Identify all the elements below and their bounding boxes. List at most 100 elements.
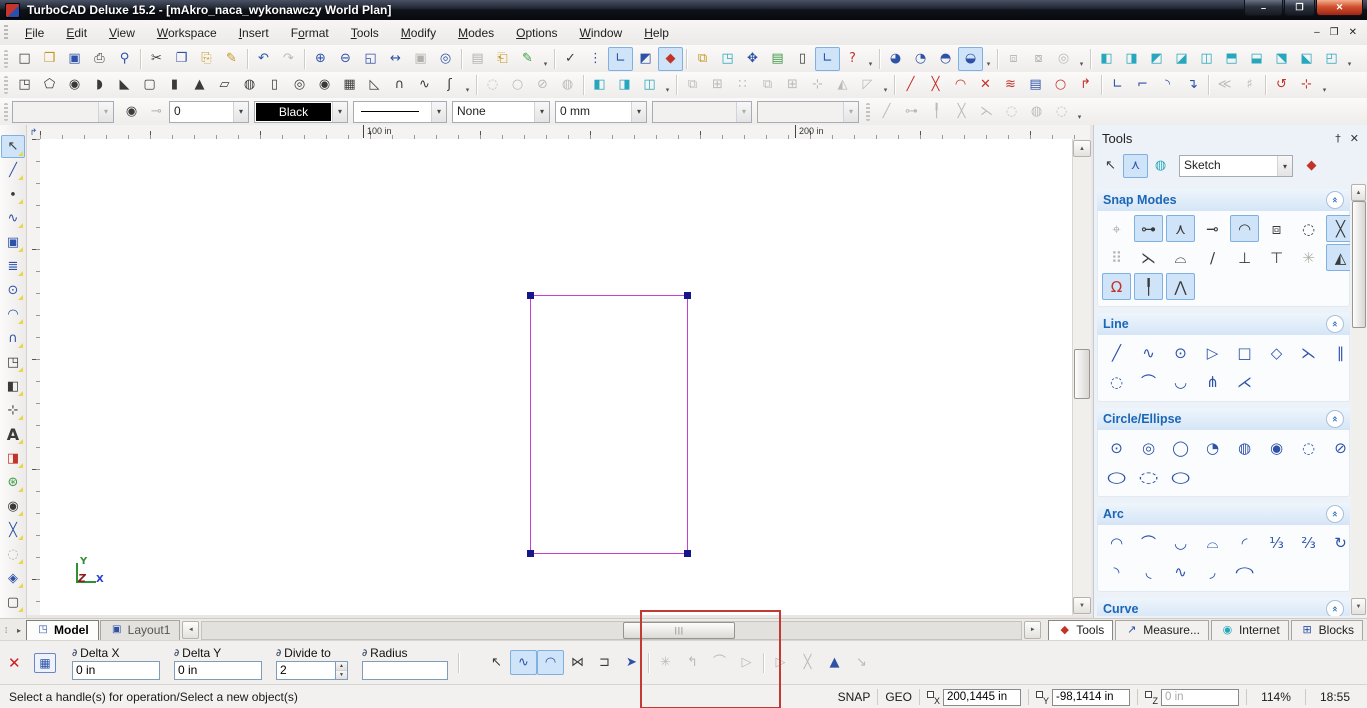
menu-file[interactable]: File: [14, 23, 55, 43]
arc-tool-icon[interactable]: ◠: [1, 303, 25, 326]
line-sketch-icon[interactable]: ⋌: [1230, 368, 1259, 395]
menu-tools[interactable]: Tools: [340, 23, 390, 43]
tube-icon[interactable]: ◎: [287, 73, 312, 97]
menu-view[interactable]: View: [98, 23, 146, 43]
slab-icon[interactable]: ▱: [212, 73, 237, 97]
insp-node-edit-icon[interactable]: ⋈: [564, 650, 591, 675]
print-preview-icon[interactable]: ⚲: [112, 47, 137, 71]
radius-input[interactable]: [362, 660, 448, 680]
sweep-icon[interactable]: ∩: [387, 73, 412, 97]
arc-edit-icon[interactable]: ◠: [948, 73, 973, 97]
snap-line-icon[interactable]: ╱: [874, 100, 899, 124]
pin-icon[interactable]: †: [1335, 132, 1341, 145]
layer-combo[interactable]: 0 ▾: [169, 100, 249, 123]
box-tool-icon[interactable]: ◳: [1, 351, 25, 374]
multiline-tool-icon[interactable]: ≣: [1, 255, 25, 278]
move-3d-icon[interactable]: ✥: [740, 47, 765, 71]
close-button[interactable]: ✕: [1316, 0, 1363, 16]
circle-tan-point-icon[interactable]: ◉: [1262, 434, 1291, 461]
selection-handle[interactable]: [684, 550, 691, 557]
mirror-copy-icon[interactable]: ⧉: [755, 73, 780, 97]
arc-1-3-2-icon[interactable]: ⅔: [1294, 529, 1323, 556]
delta-x-input[interactable]: [72, 660, 160, 680]
split-icon[interactable]: ╱: [898, 73, 923, 97]
zoom-window-icon[interactable]: ◱: [358, 47, 383, 71]
selection-handle[interactable]: [527, 292, 534, 299]
palette-scroll-thumb[interactable]: [1352, 201, 1366, 328]
color-combo[interactable]: Black ▾: [254, 100, 348, 123]
snap-grid-icon[interactable]: ⠿: [1102, 244, 1131, 271]
mdi-restore-button[interactable]: ❐: [1330, 27, 1339, 38]
line-perpendicular-icon[interactable]: ⋋: [1294, 339, 1323, 366]
palette-tab-measure[interactable]: ↗ Measure...: [1115, 619, 1209, 641]
fillet-icon[interactable]: ∟: [1105, 73, 1130, 97]
menu-edit[interactable]: Edit: [55, 23, 98, 43]
solid-tool-icon[interactable]: ◈: [1, 567, 25, 590]
insp-tri1-icon[interactable]: ▷: [733, 650, 760, 675]
panel-snap-icon[interactable]: ⋏: [1123, 154, 1148, 178]
torus-icon[interactable]: ◍: [237, 73, 262, 97]
menu-help[interactable]: Help: [633, 23, 680, 43]
help-icon[interactable]: ?: [840, 47, 865, 71]
line-rectangle-icon[interactable]: □: [1230, 339, 1259, 366]
disk-icon[interactable]: ◉: [312, 73, 337, 97]
snap-magnetic-icon[interactable]: ◭: [1326, 244, 1350, 271]
toolbar-grip[interactable]: [4, 76, 8, 94]
toolbar-grip[interactable]: [4, 102, 8, 121]
chevron-down-icon[interactable]: ▾: [431, 101, 446, 122]
pane-expand[interactable]: ▸: [17, 626, 21, 635]
collapse-icon[interactable]: «: [1326, 600, 1344, 616]
arc-tan-line-icon[interactable]: ◝: [1102, 558, 1131, 585]
snap-pour-icon[interactable]: ◩: [633, 47, 658, 71]
arc-fixed-ratio-icon[interactable]: ◠: [1222, 558, 1267, 585]
insp-tri-fill-icon[interactable]: ▲: [821, 650, 848, 675]
copy-sheet-icon[interactable]: ⧉: [690, 47, 715, 71]
new-icon[interactable]: □: [12, 47, 37, 71]
toolbar-overflow-icon[interactable]: ▾: [1344, 48, 1355, 70]
snap-mid-icon[interactable]: ╿: [924, 100, 949, 124]
arc-tan-entity-icon[interactable]: ◜: [1230, 529, 1259, 556]
delta-y-input[interactable]: [174, 660, 262, 680]
collapse-icon[interactable]: «: [1326, 410, 1344, 428]
field-lock-icon[interactable]: ∂: [174, 648, 179, 659]
text-tool-icon[interactable]: A: [1, 423, 25, 446]
materials-icon[interactable]: ▤: [765, 47, 790, 71]
snap-intersection-icon[interactable]: ╳: [1326, 215, 1350, 242]
insp-star-icon[interactable]: ✳: [652, 650, 679, 675]
chevron-down-icon[interactable]: ▾: [233, 101, 248, 122]
zoom-selection-icon[interactable]: ◎: [433, 47, 458, 71]
zoom-out-icon[interactable]: ⊖: [333, 47, 358, 71]
zoom-extents-icon[interactable]: ↔: [383, 47, 408, 71]
minimize-button[interactable]: –: [1244, 0, 1283, 16]
arc-wave-icon[interactable]: ∿: [1166, 558, 1195, 585]
snap-division-icon[interactable]: ⊤: [1262, 244, 1291, 271]
frame-select-tool-icon[interactable]: ▢: [1, 591, 25, 614]
render-wireframe-icon[interactable]: ◕: [883, 47, 908, 71]
scroll-down-button[interactable]: ▼: [1073, 597, 1091, 614]
align-icon[interactable]: ≪: [1212, 73, 1237, 97]
scroll-up-button[interactable]: ▲: [1073, 140, 1091, 157]
intersect-icon[interactable]: ◫: [637, 73, 662, 97]
snap-cross-icon[interactable]: ╳: [949, 100, 974, 124]
palette-tab-tools[interactable]: ◆ Tools: [1048, 619, 1114, 641]
arc-center-radius-icon[interactable]: ◠: [1102, 529, 1131, 556]
render-quality-icon[interactable]: ◒: [958, 46, 983, 71]
toolbar-overflow-icon[interactable]: ▾: [880, 74, 891, 96]
scroll-down-button[interactable]: ▼: [1351, 598, 1366, 615]
image-properties-icon[interactable]: ▤: [465, 47, 490, 71]
pen-icon[interactable]: ✎: [515, 47, 540, 71]
hatch-combo[interactable]: None ▾: [452, 100, 550, 123]
array-polar-icon[interactable]: ∷: [730, 73, 755, 97]
undo-icon[interactable]: ↶: [251, 47, 276, 71]
snap-nearest-icon[interactable]: ⊶: [1134, 215, 1163, 242]
union-icon[interactable]: ◧: [587, 73, 612, 97]
panel-select-icon[interactable]: ↖: [1098, 154, 1123, 178]
array-fit-icon[interactable]: ⊞: [780, 73, 805, 97]
revolve-icon[interactable]: ○: [505, 73, 530, 97]
scroll-left-button[interactable]: ◄: [182, 621, 200, 639]
snap-toggle[interactable]: SNAP: [838, 690, 871, 704]
shrink-icon[interactable]: ≋: [998, 73, 1023, 97]
move-xyz-icon[interactable]: ⊹: [1294, 73, 1319, 97]
curve-tool-icon[interactable]: ∩: [1, 327, 25, 350]
view-bottom-icon[interactable]: ◩: [1144, 47, 1169, 71]
